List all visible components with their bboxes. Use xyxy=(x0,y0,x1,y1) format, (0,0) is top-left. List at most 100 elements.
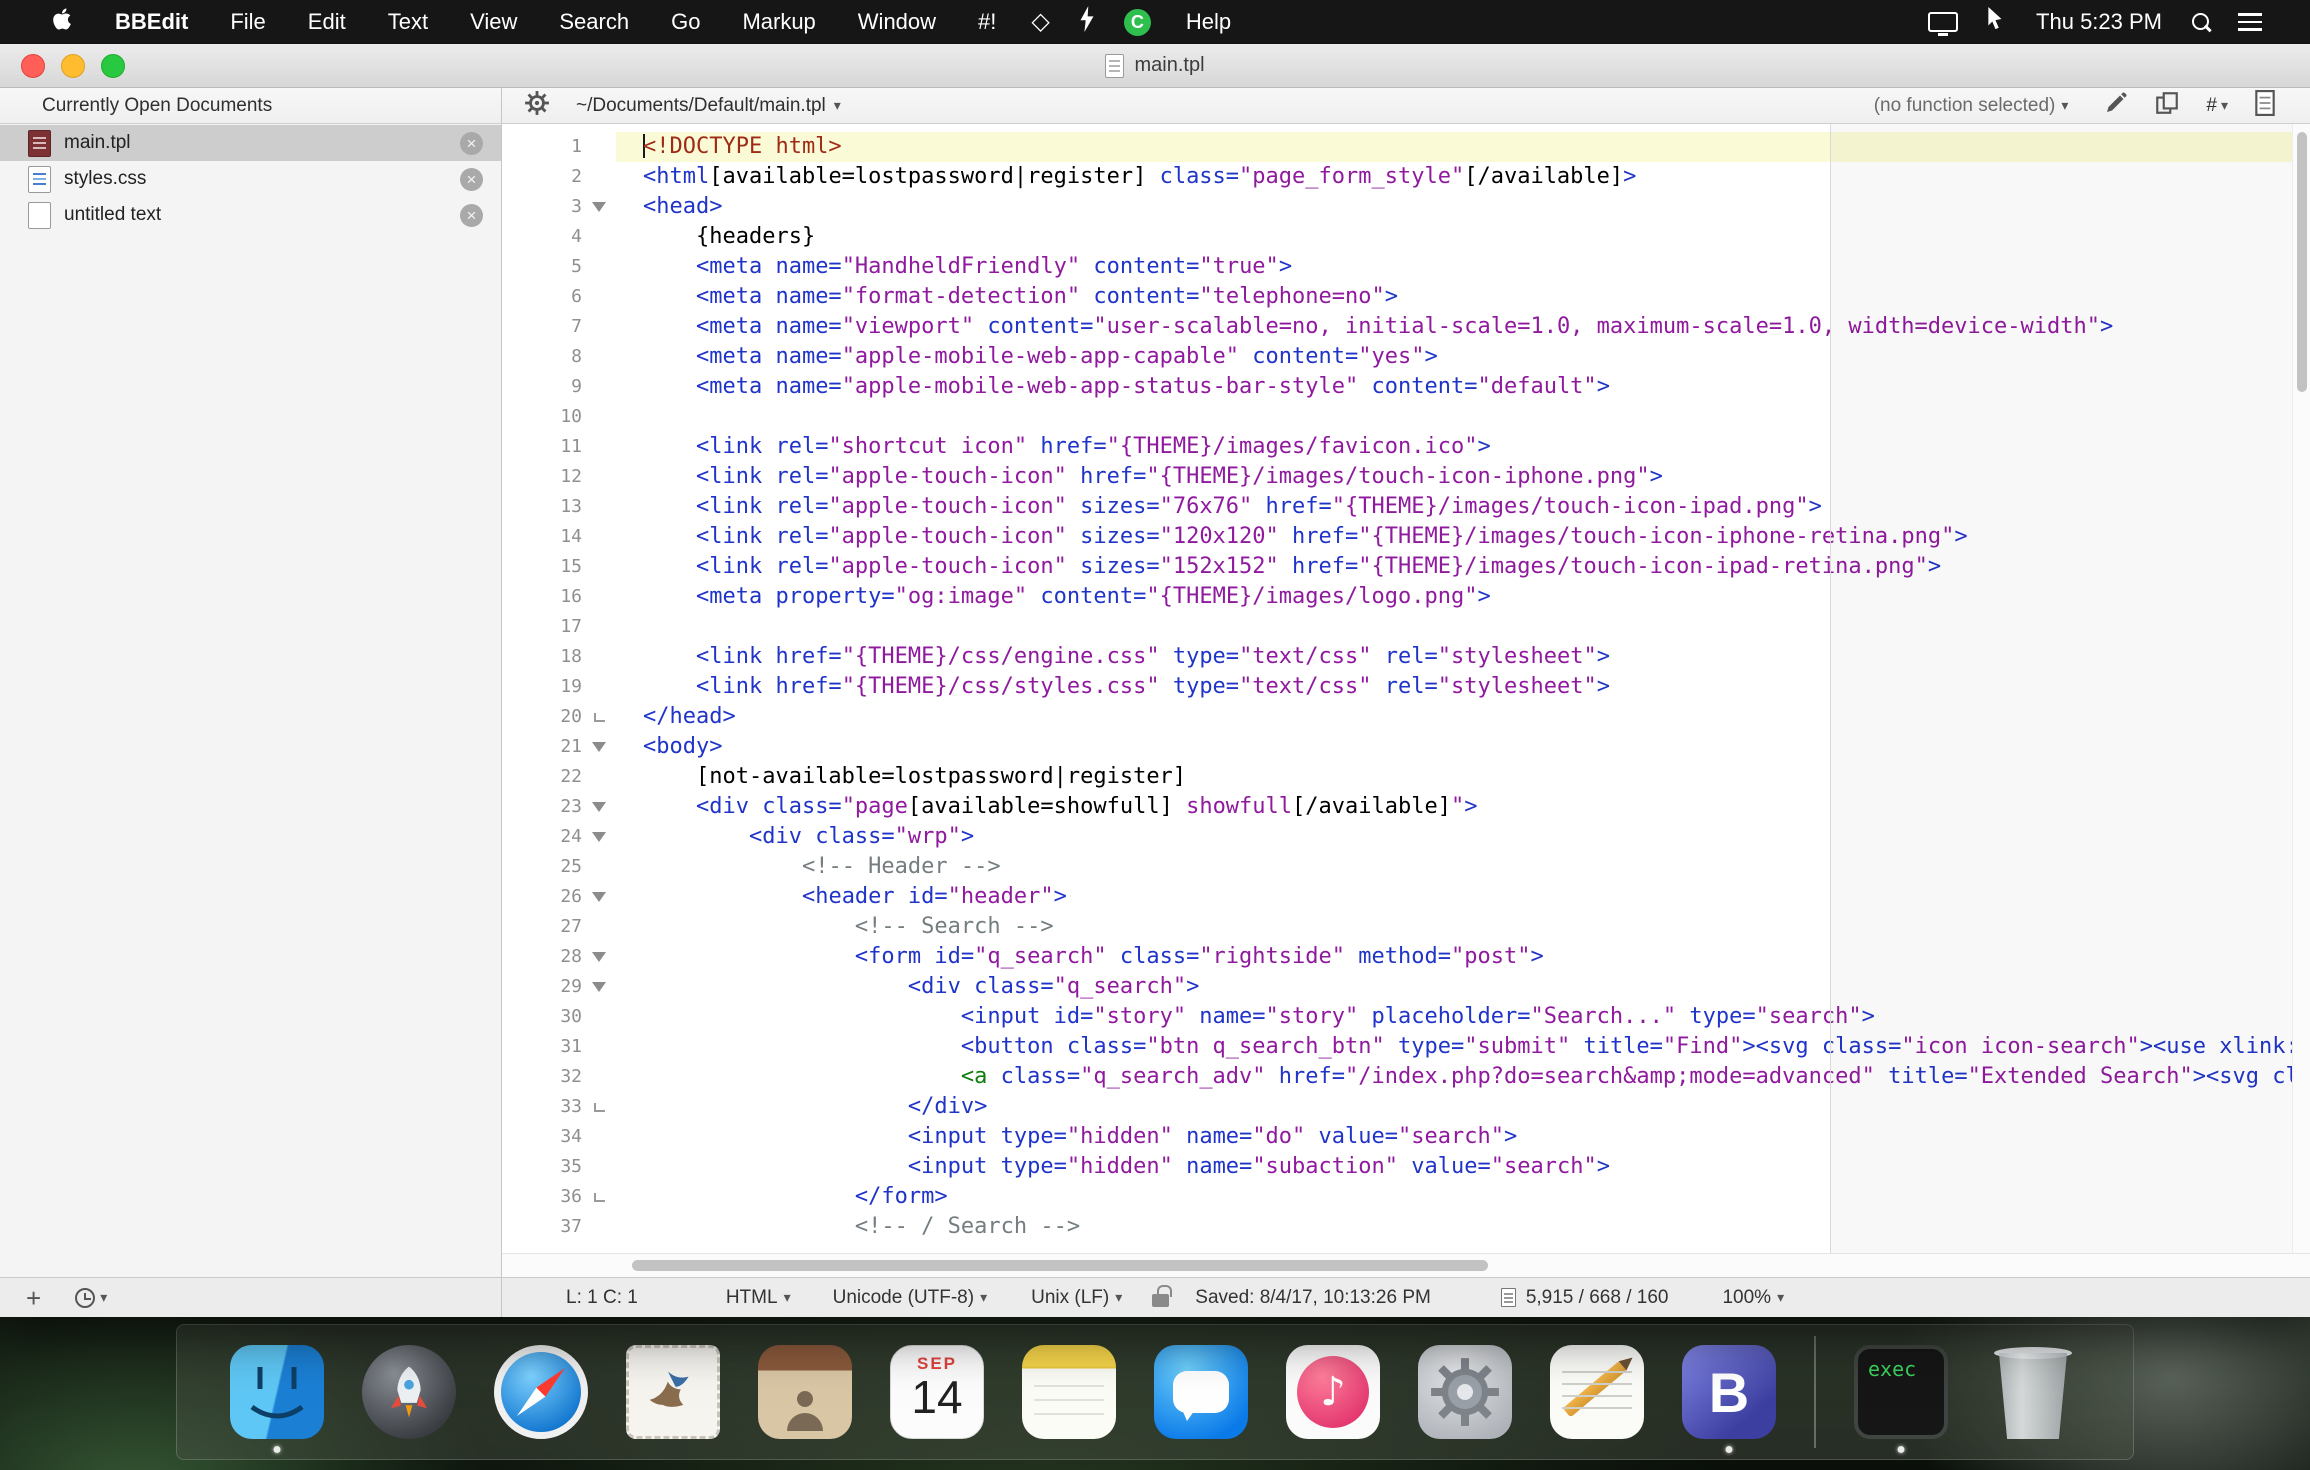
vertical-scrollbar-thumb[interactable] xyxy=(2297,132,2307,392)
settings-gear-button[interactable] xyxy=(516,90,558,122)
code-line-31[interactable]: 31 <button class="btn q_search_btn" type… xyxy=(502,1032,2310,1062)
pointer-menu[interactable] xyxy=(1972,0,2020,44)
code-text[interactable] xyxy=(616,612,2310,642)
menu-help[interactable]: Help xyxy=(1165,0,1252,44)
code-text[interactable]: <meta name="viewport" content="user-scal… xyxy=(616,312,2310,342)
dock-bbedit-icon[interactable]: B xyxy=(1682,1345,1776,1439)
code-line-7[interactable]: 7 <meta name="viewport" content="user-sc… xyxy=(502,312,2310,342)
dock-calendar-icon[interactable]: SEP 14 xyxy=(890,1345,984,1439)
code-line-13[interactable]: 13 <link rel="apple-touch-icon" sizes="7… xyxy=(502,492,2310,522)
fold-toggle-icon[interactable] xyxy=(582,942,616,972)
code-text[interactable]: </head> xyxy=(616,702,2310,732)
code-text[interactable]: <meta name="format-detection" content="t… xyxy=(616,282,2310,312)
code-line-27[interactable]: 27 <!-- Search --> xyxy=(502,912,2310,942)
code-text[interactable]: <meta name="HandheldFriendly" content="t… xyxy=(616,252,2310,282)
horizontal-scrollbar[interactable] xyxy=(502,1253,2310,1277)
notification-center-menu[interactable] xyxy=(2224,0,2276,44)
code-line-8[interactable]: 8 <meta name="apple-mobile-web-app-capab… xyxy=(502,342,2310,372)
menu-edit[interactable]: Edit xyxy=(287,0,367,44)
sidebar-item-main-tpl[interactable]: main.tpl × xyxy=(0,125,501,161)
code-line-24[interactable]: 24 <div class="wrp"> xyxy=(502,822,2310,852)
marker-menu[interactable]: # ▾ xyxy=(2198,95,2236,117)
code-line-1[interactable]: 1<!DOCTYPE html> xyxy=(502,132,2310,162)
code-line-35[interactable]: 35 <input type="hidden" name="subaction"… xyxy=(502,1152,2310,1182)
code-line-11[interactable]: 11 <link rel="shortcut icon" href="{THEM… xyxy=(502,432,2310,462)
dock-contacts-icon[interactable] xyxy=(758,1345,852,1439)
code-text[interactable]: <link href="{THEME}/css/engine.css" type… xyxy=(616,642,2310,672)
dock-textedit-icon[interactable] xyxy=(1550,1345,1644,1439)
code-line-18[interactable]: 18 <link href="{THEME}/css/engine.css" t… xyxy=(502,642,2310,672)
code-line-25[interactable]: 25 <!-- Header --> xyxy=(502,852,2310,882)
code-line-29[interactable]: 29 <div class="q_search"> xyxy=(502,972,2310,1002)
code-text[interactable]: {headers} xyxy=(616,222,2310,252)
scripts-menu[interactable]: ◇ xyxy=(1017,0,1063,44)
code-text[interactable]: <div class="q_search"> xyxy=(616,972,2310,1002)
code-text[interactable]: <div class="page[available=showfull] sho… xyxy=(616,792,2310,822)
code-line-17[interactable]: 17 xyxy=(502,612,2310,642)
code-text[interactable]: <link rel="shortcut icon" href="{THEME}/… xyxy=(616,432,2310,462)
horizontal-scrollbar-thumb[interactable] xyxy=(632,1260,1488,1271)
pencil-button[interactable] xyxy=(2096,91,2136,121)
fold-toggle-icon[interactable] xyxy=(582,792,616,822)
code-line-30[interactable]: 30 <input id="story" name="story" placeh… xyxy=(502,1002,2310,1032)
dock-notes-icon[interactable] xyxy=(1022,1345,1116,1439)
code-line-16[interactable]: 16 <meta property="og:image" content="{T… xyxy=(502,582,2310,612)
code-line-5[interactable]: 5 <meta name="HandheldFriendly" content=… xyxy=(502,252,2310,282)
code-text[interactable]: <a class="q_search_adv" href="/index.php… xyxy=(616,1062,2310,1092)
code-text[interactable]: <input type="hidden" name="subaction" va… xyxy=(616,1152,2310,1182)
code-line-32[interactable]: 32 <a class="q_search_adv" href="/index.… xyxy=(502,1062,2310,1092)
menu-shebang[interactable]: #! xyxy=(957,0,1017,44)
code-line-28[interactable]: 28 <form id="q_search" class="rightside"… xyxy=(502,942,2310,972)
code-line-2[interactable]: 2<html[available=lostpassword|register] … xyxy=(502,162,2310,192)
dock-launchpad-icon[interactable] xyxy=(362,1345,456,1439)
lock-toggle[interactable] xyxy=(1152,1288,1169,1307)
add-document-button[interactable]: + xyxy=(26,1285,41,1311)
code-line-33[interactable]: 33 </div> xyxy=(502,1092,2310,1122)
code-text[interactable]: <input type="hidden" name="do" value="se… xyxy=(616,1122,2310,1152)
code-line-36[interactable]: 36 </form> xyxy=(502,1182,2310,1212)
code-line-12[interactable]: 12 <link rel="apple-touch-icon" href="{T… xyxy=(502,462,2310,492)
code-line-20[interactable]: 20</head> xyxy=(502,702,2310,732)
close-window-button[interactable] xyxy=(21,54,45,78)
code-line-4[interactable]: 4 {headers} xyxy=(502,222,2310,252)
close-document-icon[interactable]: × xyxy=(460,132,483,155)
code-line-6[interactable]: 6 <meta name="format-detection" content=… xyxy=(502,282,2310,312)
menu-bbedit[interactable]: BBEdit xyxy=(94,0,209,44)
dock-system-preferences-icon[interactable] xyxy=(1418,1345,1512,1439)
fold-toggle-icon[interactable] xyxy=(582,732,616,762)
code-editor[interactable]: 1<!DOCTYPE html>2<html[available=lostpas… xyxy=(502,124,2310,1277)
code-line-22[interactable]: 22 [not-available=lostpassword|register] xyxy=(502,762,2310,792)
sidebar-item-styles-css[interactable]: styles.css × xyxy=(0,161,501,197)
code-line-37[interactable]: 37 <!-- / Search --> xyxy=(502,1212,2310,1242)
dock-finder-icon[interactable] xyxy=(230,1345,324,1439)
dock-safari-icon[interactable] xyxy=(494,1345,588,1439)
dock-exec-terminal-icon[interactable]: exec xyxy=(1854,1345,1948,1439)
line-endings-menu[interactable]: Unix (LF) ▾ xyxy=(1031,1287,1122,1309)
code-text[interactable]: <meta name="apple-mobile-web-app-capable… xyxy=(616,342,2310,372)
code-text[interactable]: <link rel="apple-touch-icon" href="{THEM… xyxy=(616,462,2310,492)
clipboard-menu[interactable]: C xyxy=(1110,0,1165,44)
code-text[interactable]: <!-- Header --> xyxy=(616,852,2310,882)
fold-toggle-icon[interactable] xyxy=(582,972,616,1002)
code-text[interactable]: <link href="{THEME}/css/styles.css" type… xyxy=(616,672,2310,702)
menu-view[interactable]: View xyxy=(449,0,538,44)
menu-search[interactable]: Search xyxy=(538,0,650,44)
code-text[interactable]: <button class="btn q_search_btn" type="s… xyxy=(616,1032,2310,1062)
code-text[interactable]: <meta property="og:image" content="{THEM… xyxy=(616,582,2310,612)
lightning-menu[interactable] xyxy=(1064,0,1110,44)
close-document-icon[interactable]: × xyxy=(460,168,483,191)
dock-messages-icon[interactable] xyxy=(1154,1345,1248,1439)
dock-itunes-icon[interactable]: ♪ xyxy=(1286,1345,1380,1439)
zoom-menu[interactable]: 100% ▾ xyxy=(1722,1287,1784,1309)
sidebar-item-untitled-text[interactable]: untitled text × xyxy=(0,197,501,233)
code-text[interactable]: <!-- Search --> xyxy=(616,912,2310,942)
apple-menu[interactable] xyxy=(30,0,94,44)
code-text[interactable]: <div class="wrp"> xyxy=(616,822,2310,852)
code-text[interactable]: <!-- / Search --> xyxy=(616,1212,2310,1242)
code-line-21[interactable]: 21<body> xyxy=(502,732,2310,762)
code-line-26[interactable]: 26 <header id="header"> xyxy=(502,882,2310,912)
zoom-window-button[interactable] xyxy=(101,54,125,78)
menu-markup[interactable]: Markup xyxy=(721,0,836,44)
code-text[interactable]: <link rel="apple-touch-icon" sizes="152x… xyxy=(616,552,2310,582)
counterparts-button[interactable] xyxy=(2146,90,2188,122)
